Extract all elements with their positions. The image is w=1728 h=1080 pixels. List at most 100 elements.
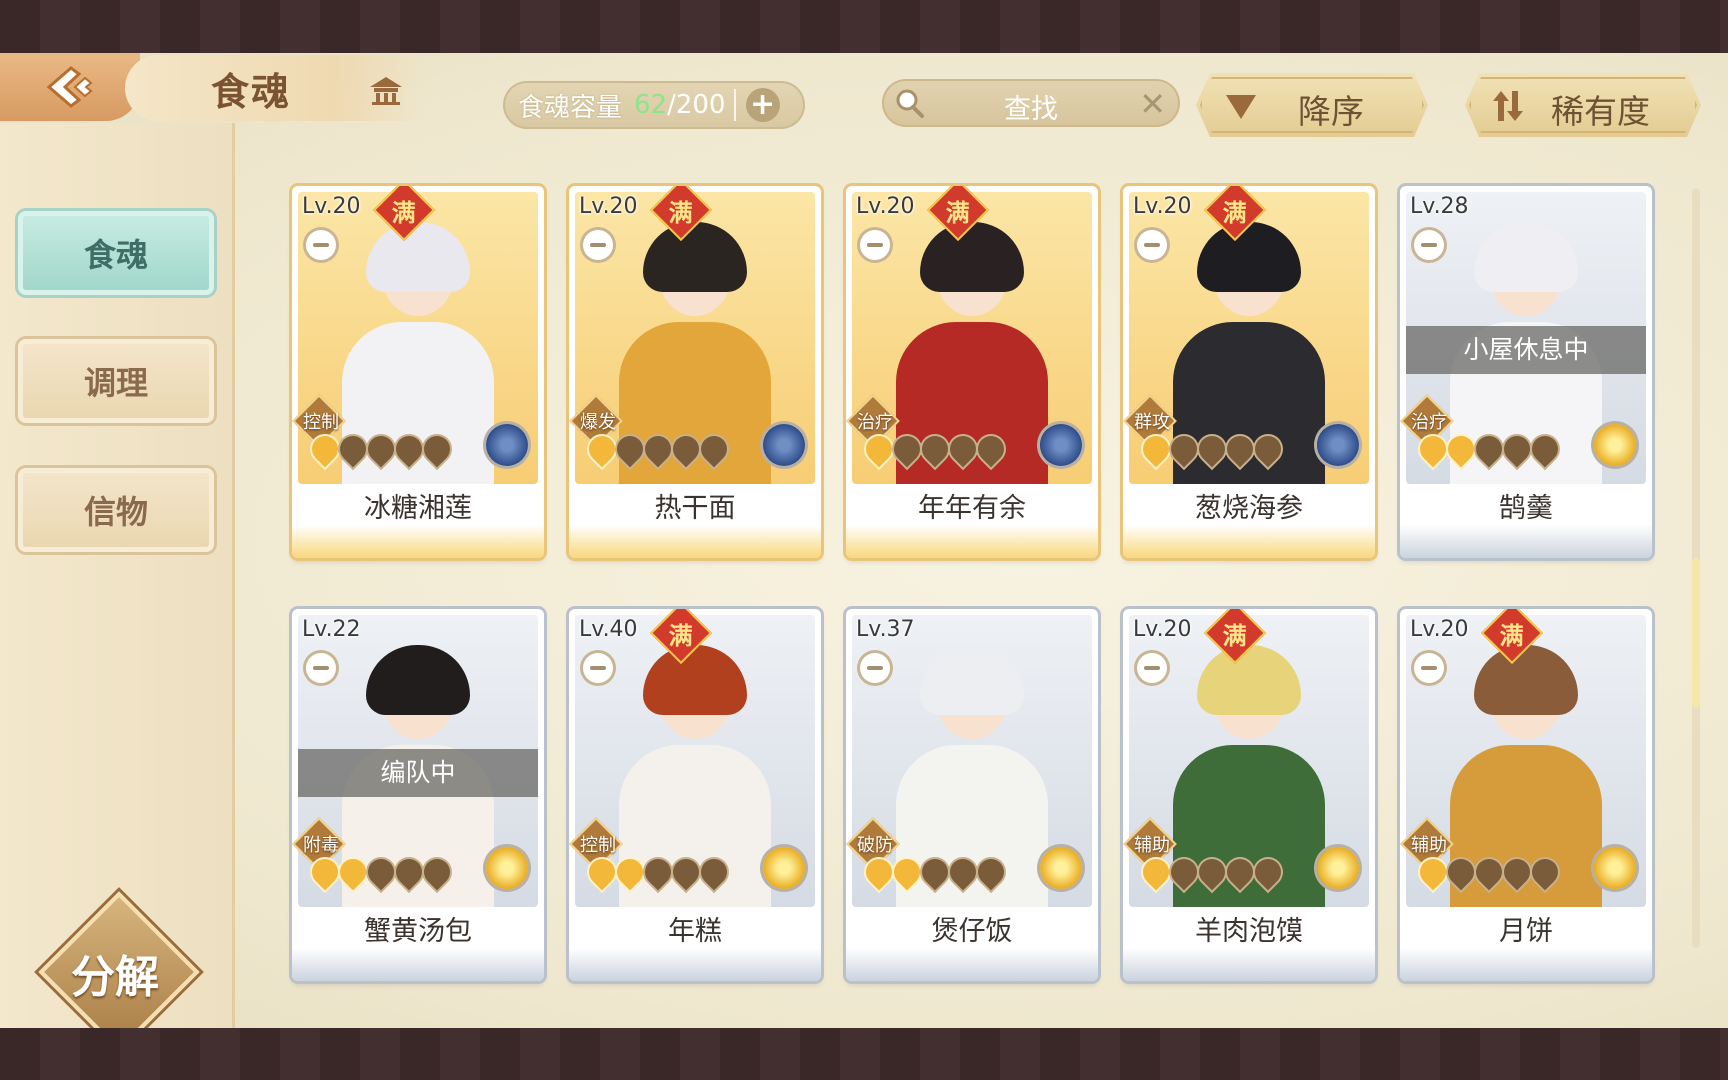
element-flower-icon — [486, 847, 528, 889]
level-label: Lv.40 — [579, 617, 638, 642]
character-hair — [920, 222, 1024, 292]
food-soul-card[interactable]: Lv.22 编队中 附毒 蟹黄汤包 — [292, 609, 544, 981]
star-rating — [1414, 430, 1564, 468]
status-banner: 编队中 — [298, 749, 538, 797]
character-hair — [1197, 222, 1301, 292]
food-soul-card[interactable]: Lv.20 满控制 冰糖湘莲 — [292, 186, 544, 558]
search-box[interactable]: 查找 ✕ — [882, 79, 1180, 127]
star-rating — [583, 430, 733, 468]
sort-order-button[interactable]: 降序 — [1196, 73, 1428, 137]
expand-capacity-button[interactable]: + — [745, 88, 780, 122]
tab-tokens[interactable]: 信物 — [18, 468, 214, 552]
element-flower-icon — [763, 847, 805, 889]
role-label: 控制 — [580, 835, 616, 856]
food-soul-card[interactable]: Lv.20 满治疗 年年有余 — [846, 186, 1098, 558]
element-flower-icon — [1040, 847, 1082, 889]
tab-label: 信物 — [83, 493, 148, 531]
role-label: 爆发 — [580, 412, 616, 433]
food-soul-name: 蟹黄汤包 — [364, 916, 472, 947]
search-placeholder: 查找 — [1004, 94, 1058, 125]
back-button[interactable] — [0, 53, 140, 121]
flame-star-icon — [1442, 430, 1480, 468]
food-soul-name: 年年有余 — [918, 493, 1026, 524]
capacity-divider — [733, 89, 736, 121]
max-level-text: 满 — [1222, 621, 1247, 650]
flame-star-icon — [695, 430, 733, 468]
food-soul-card[interactable]: Lv.20 满爆发 热干面 — [569, 186, 821, 558]
level-label: Lv.37 — [856, 617, 915, 642]
star-rating — [306, 853, 456, 891]
bowl-icon — [306, 230, 336, 260]
bowl-icon — [1137, 230, 1167, 260]
tab-food-souls[interactable]: 食魂 — [18, 211, 214, 295]
capacity-max: 200 — [675, 90, 726, 120]
flame-star-icon — [916, 853, 954, 891]
flame-star-icon — [1221, 853, 1259, 891]
flame-star-icon — [860, 853, 898, 891]
role-label: 辅助 — [1134, 835, 1170, 856]
flame-star-icon — [695, 853, 733, 891]
star-rating — [1414, 853, 1564, 891]
flame-star-icon — [306, 430, 344, 468]
character-hair — [643, 222, 747, 292]
sort-key-button[interactable]: 稀有度 — [1465, 73, 1701, 137]
role-label: 控制 — [303, 412, 339, 433]
star-rating — [860, 430, 1010, 468]
food-soul-card[interactable]: Lv.20 满群攻 葱烧海参 — [1123, 186, 1375, 558]
flame-star-icon — [1414, 853, 1452, 891]
decompose-button[interactable]: 分解 — [38, 891, 200, 1028]
bowl-icon — [1414, 653, 1444, 683]
flame-star-icon — [1193, 853, 1231, 891]
bowl-icon — [583, 653, 613, 683]
role-label: 群攻 — [1134, 412, 1170, 433]
capacity-label: 食魂容量 — [518, 92, 623, 123]
level-label: Lv.20 — [1133, 194, 1192, 219]
star-rating — [1137, 853, 1287, 891]
flame-star-icon — [1221, 430, 1259, 468]
food-soul-card[interactable]: Lv.20 满辅助 月饼 — [1400, 609, 1652, 981]
flame-star-icon — [334, 853, 372, 891]
flame-star-icon — [972, 430, 1010, 468]
flame-star-icon — [1414, 430, 1452, 468]
flame-star-icon — [1249, 853, 1287, 891]
tab-cultivate[interactable]: 调理 — [18, 339, 214, 423]
role-label: 辅助 — [1411, 835, 1447, 856]
clear-search-icon[interactable]: ✕ — [1139, 85, 1166, 123]
back-arrow-icon — [46, 66, 93, 108]
flame-star-icon — [1137, 853, 1175, 891]
capacity-indicator: 食魂容量 62 / 200 + — [503, 81, 805, 129]
bowl-icon — [306, 653, 336, 683]
level-label: Lv.20 — [1410, 617, 1469, 642]
home-pavilion-icon[interactable] — [368, 75, 404, 105]
food-soul-card[interactable]: Lv.37 破防 煲仔饭 — [846, 609, 1098, 981]
flame-star-icon — [944, 853, 982, 891]
flame-star-icon — [1137, 430, 1175, 468]
food-soul-name: 冰糖湘莲 — [364, 493, 472, 524]
food-soul-card[interactable]: Lv.28 小屋休息中 治疗 鹄羹 — [1400, 186, 1652, 558]
scrollbar-thumb[interactable] — [1692, 558, 1700, 708]
swap-arrows-icon — [1491, 89, 1525, 123]
level-label: Lv.20 — [302, 194, 361, 219]
game-screen: 食魂 食魂容量 62 / 200 + 查找 ✕ 降序 稀有度 食魂 调理 信物 … — [0, 53, 1728, 1028]
bowl-icon — [583, 230, 613, 260]
element-flower-icon — [1594, 847, 1636, 889]
bowl-icon — [860, 653, 890, 683]
page-title: 食魂 — [211, 68, 292, 114]
flame-star-icon — [1526, 430, 1564, 468]
flame-star-icon — [583, 430, 621, 468]
food-soul-card[interactable]: Lv.20 满辅助 羊肉泡馍 — [1123, 609, 1375, 981]
flame-star-icon — [390, 853, 428, 891]
character-hair — [1197, 645, 1301, 715]
flame-star-icon — [334, 430, 372, 468]
food-soul-name: 煲仔饭 — [931, 916, 1013, 947]
food-soul-card[interactable]: Lv.40 满控制 年糕 — [569, 609, 821, 981]
letterbox-bottom — [0, 1028, 1728, 1080]
descending-triangle-icon — [1224, 91, 1258, 121]
element-flower-icon — [1040, 424, 1082, 466]
flame-star-icon — [306, 853, 344, 891]
role-label: 附毒 — [303, 835, 339, 856]
decompose-label: 分解 — [71, 952, 159, 1003]
flame-star-icon — [860, 430, 898, 468]
letterbox-top — [0, 0, 1728, 53]
character-hair — [1474, 645, 1578, 715]
